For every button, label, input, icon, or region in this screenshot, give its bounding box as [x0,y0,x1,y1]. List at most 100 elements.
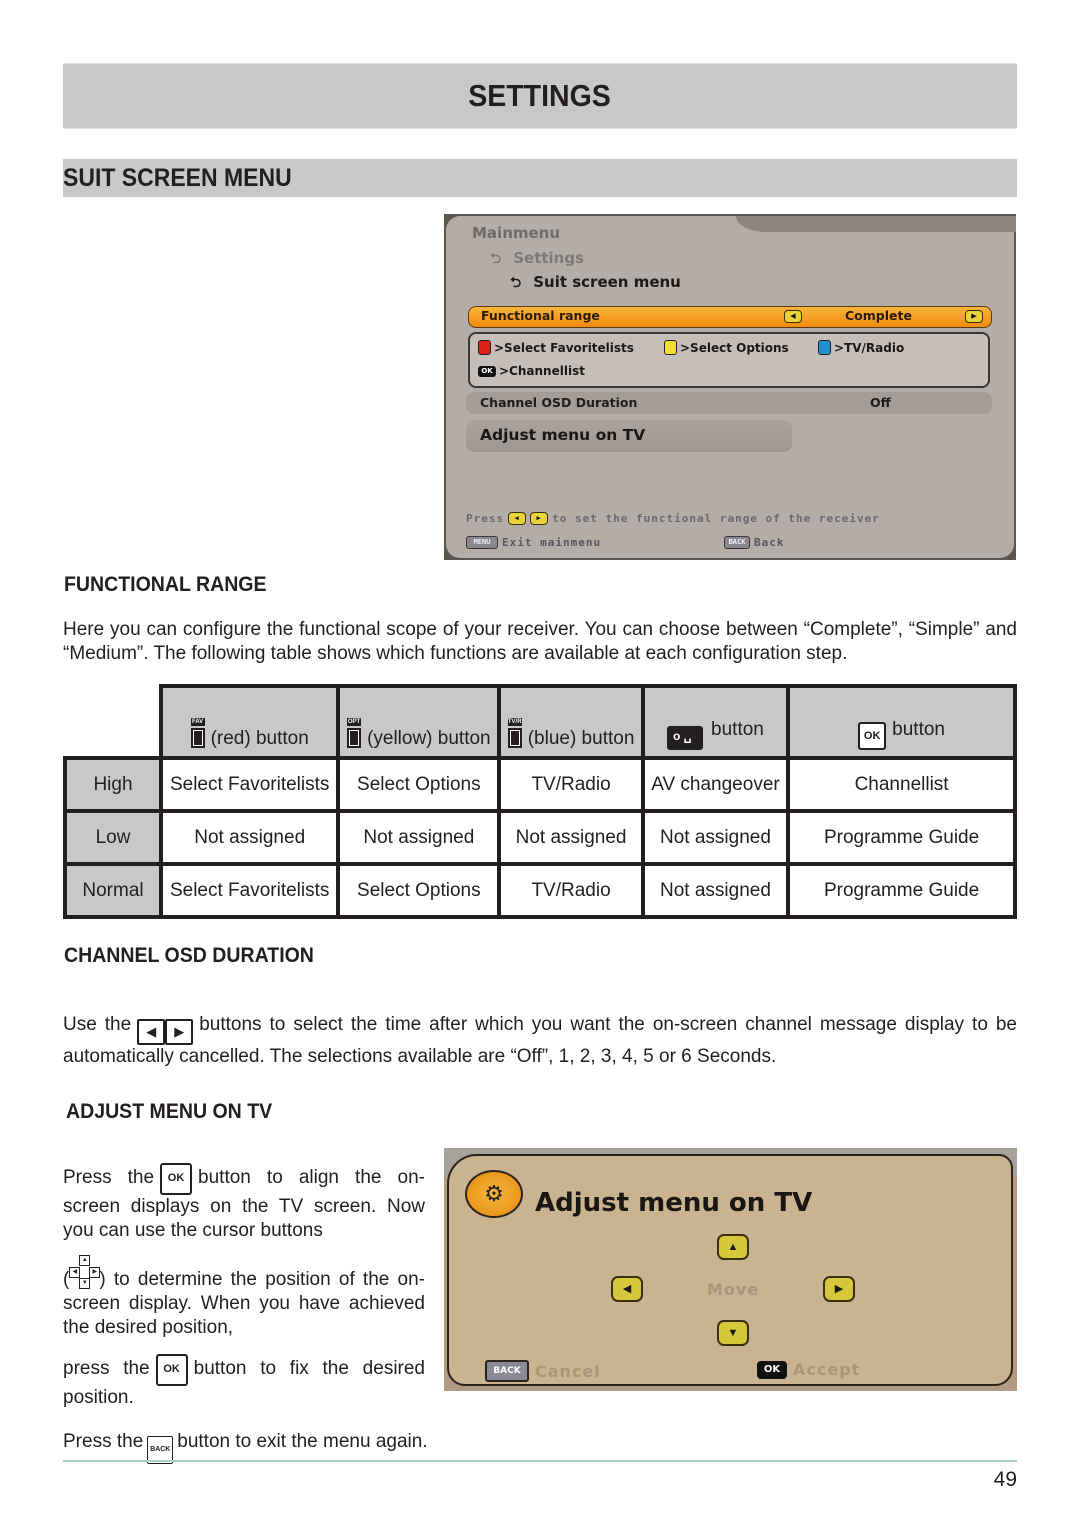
menu-key-icon: MENU [466,536,498,549]
key-hint-ok: OK >Channellist [478,364,585,378]
icon-label: FAV [190,718,205,726]
ok-key-icon: OK [478,365,496,377]
left-button-icon: ◀ [137,1019,166,1045]
section-title: SUIT SCREEN MENU [63,163,292,192]
gear-icon: ⚙ [465,1170,523,1218]
footer-divider [63,1460,1017,1462]
functional-range-heading: FUNCTIONAL RANGE [64,573,267,596]
back-hint: BACK Back [724,536,785,549]
exit-mainmenu-hint: MENU Exit mainmenu [466,536,601,549]
table-cell: Not assigned [158,809,341,866]
cancel-hint[interactable]: BACK Cancel [485,1360,601,1382]
key-hint-label: >Select Favoritelists [494,340,634,355]
table-cell: Select Options [336,756,502,813]
adjust-menu-screenshot: ge Complete ⚙ Adjust menu on TV ▲ ◀ Move… [444,1148,1017,1391]
suit-screen-menu-screenshot: Mainmenu ⮌ Settings ⮌ Suit screen menu Fun… [444,214,1016,560]
key-hint-red: >Select Favoritelists [478,340,634,355]
fav-button-icon: FAV [190,718,205,748]
ok-button-icon: OK [858,722,887,750]
left-arrow-button[interactable]: ◀ [611,1276,643,1302]
hint-suffix: to set the functional range of the recei… [552,512,880,525]
table-corner [65,686,163,760]
key-hint-yellow: >Select Options [664,340,789,355]
adjust-paragraph-2: (▲ ◀ ▶ ▼) to determine the position of the … [63,1255,425,1340]
key-hint-blue: >TV/Radio [818,340,904,355]
icon-label: OPT [347,718,362,726]
functional-range-row[interactable]: Functional range ◀ Complete ▶ [468,306,992,328]
back-key-icon: BACK [485,1360,529,1382]
adjust-menu-label: Adjust menu on TV [480,426,646,444]
av-button-icon: o ␣ [667,726,704,750]
table-cell: Not assigned [336,809,502,866]
tvr-button-icon: TV/R [507,718,522,748]
column-label: button [892,719,945,740]
table-cell: Select Favoritelists [158,756,341,813]
accept-hint[interactable]: OK Accept [757,1360,860,1379]
column-label: (yellow) button [367,728,491,749]
back-key-icon: BACK [724,536,750,549]
channel-osd-label: Channel OSD Duration [480,395,638,410]
key-hint-label: >Select Options [680,340,789,355]
hint-line: Press ◀ ▶ to set the functional range of… [466,512,880,525]
table-header-row: FAV (red) button OPT (yellow) button TV/R (… [65,684,1017,760]
paragraph-text: buttons to select the time after which y… [63,1014,1017,1067]
paragraph-text: press the [63,1358,150,1379]
exit-mainmenu-label: Exit mainmenu [502,536,602,549]
yellow-key-icon [664,340,677,355]
ok-key-icon: OK [757,1360,787,1379]
key-hint-label: >Channellist [499,364,585,378]
channel-osd-paragraph: Use the ◀ ▶ buttons to select the time afte… [63,1013,1017,1069]
functional-range-paragraph: Here you can configure the functional sc… [63,619,1017,664]
page-title: SETTINGS [468,78,612,113]
column-header-av: o ␣ button [640,684,791,760]
paragraph-text: Use the [63,1014,132,1035]
paragraph-text: Press the [63,1167,155,1188]
table-cell: Not assigned [640,862,791,919]
adjust-dialog-title: Adjust menu on TV [535,1188,813,1218]
adjust-paragraph-4: Press the BACK button to exit the menu aga… [63,1430,428,1464]
table-cell: TV/Radio [497,756,645,813]
breadcrumb-suit-screen-menu: ⮌ Suit screen menu [510,272,681,296]
paragraph-text: Press the [63,1431,144,1452]
adjust-paragraph-3: press the OK button to fix the desired pos… [63,1354,425,1410]
down-arrow-button[interactable]: ▼ [717,1320,749,1346]
breadcrumb-mainmenu: Mainmenu [472,224,561,242]
row-label: High [63,756,163,813]
column-header-yellow: OPT (yellow) button [336,684,502,760]
cursor-buttons-icon: ▲ ◀ ▶ ▼ [69,1255,101,1289]
functional-range-value: Complete [845,308,912,323]
up-arrow-button[interactable]: ▲ [717,1234,749,1260]
accept-label: Accept [793,1360,861,1379]
left-arrow-icon[interactable]: ◀ [784,310,802,323]
row-label: Low [63,809,163,866]
channel-osd-duration-row[interactable]: Channel OSD Duration Off [466,392,992,414]
table-cell: Programme Guide [786,862,1017,919]
functional-range-label: Functional range [481,308,600,323]
breadcrumb-settings: ⮌ Settings [490,248,584,272]
adjust-dialog: ⚙ Adjust menu on TV ▲ ◀ Move ▶ ▼ BACK Ca… [447,1154,1013,1386]
opt-button-icon: OPT [347,718,362,748]
table-cell: Select Favoritelists [158,862,341,919]
right-arrow-icon: ▶ [530,512,549,525]
table-cell: TV/Radio [497,862,645,919]
right-arrow-icon[interactable]: ▶ [965,310,983,323]
key-hint-label: >TV/Radio [834,340,905,355]
table-cell: Not assigned [497,809,645,866]
right-button-icon: ▶ [165,1019,194,1045]
back-label: Back [754,536,785,549]
ok-button-icon: OK [160,1163,193,1195]
blue-key-icon [818,340,831,355]
move-label: Move [707,1280,760,1299]
section-title-bar: SUIT SCREEN MENU [63,159,1017,197]
right-arrow-button[interactable]: ▶ [823,1276,855,1302]
adjust-menu-row[interactable]: Adjust menu on TV [466,420,792,452]
return-arrow-icon: ⮌ [490,251,502,267]
page-title-bar: SETTINGS [63,63,1017,129]
left-right-buttons-icon: ◀ ▶ [137,1019,194,1045]
red-key-icon [478,340,491,355]
table-cell: Not assigned [640,809,791,866]
adjust-menu-heading: ADJUST MENU ON TV [66,1100,273,1123]
table-row: Normal Select Favoritelists Select Optio… [63,862,1017,919]
menu-panel: Mainmenu ⮌ Settings ⮌ Suit screen menu Fun… [446,216,1016,558]
table-cell: Programme Guide [786,809,1017,866]
